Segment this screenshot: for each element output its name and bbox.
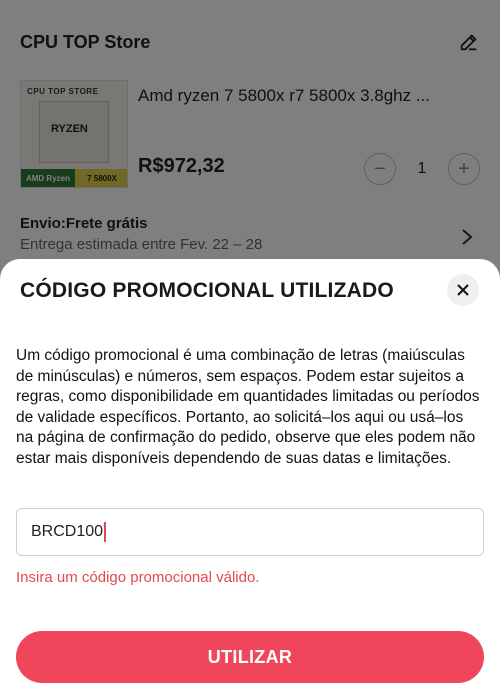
close-icon — [457, 284, 469, 296]
sheet-title: CÓDIGO PROMOCIONAL UTILIZADO — [20, 279, 394, 302]
promo-code-input[interactable]: BRCD100 — [16, 508, 484, 556]
promo-code-sheet: CÓDIGO PROMOCIONAL UTILIZADO Um código p… — [0, 259, 500, 700]
promo-description: Um código promocional é uma combinação d… — [16, 347, 480, 467]
promo-error-message: Insira um código promocional válido. — [16, 569, 260, 586]
promo-code-value[interactable]: BRCD100 — [31, 523, 103, 541]
close-button[interactable] — [447, 274, 479, 306]
apply-promo-button[interactable]: UTILIZAR — [16, 631, 484, 683]
text-caret — [104, 522, 107, 542]
